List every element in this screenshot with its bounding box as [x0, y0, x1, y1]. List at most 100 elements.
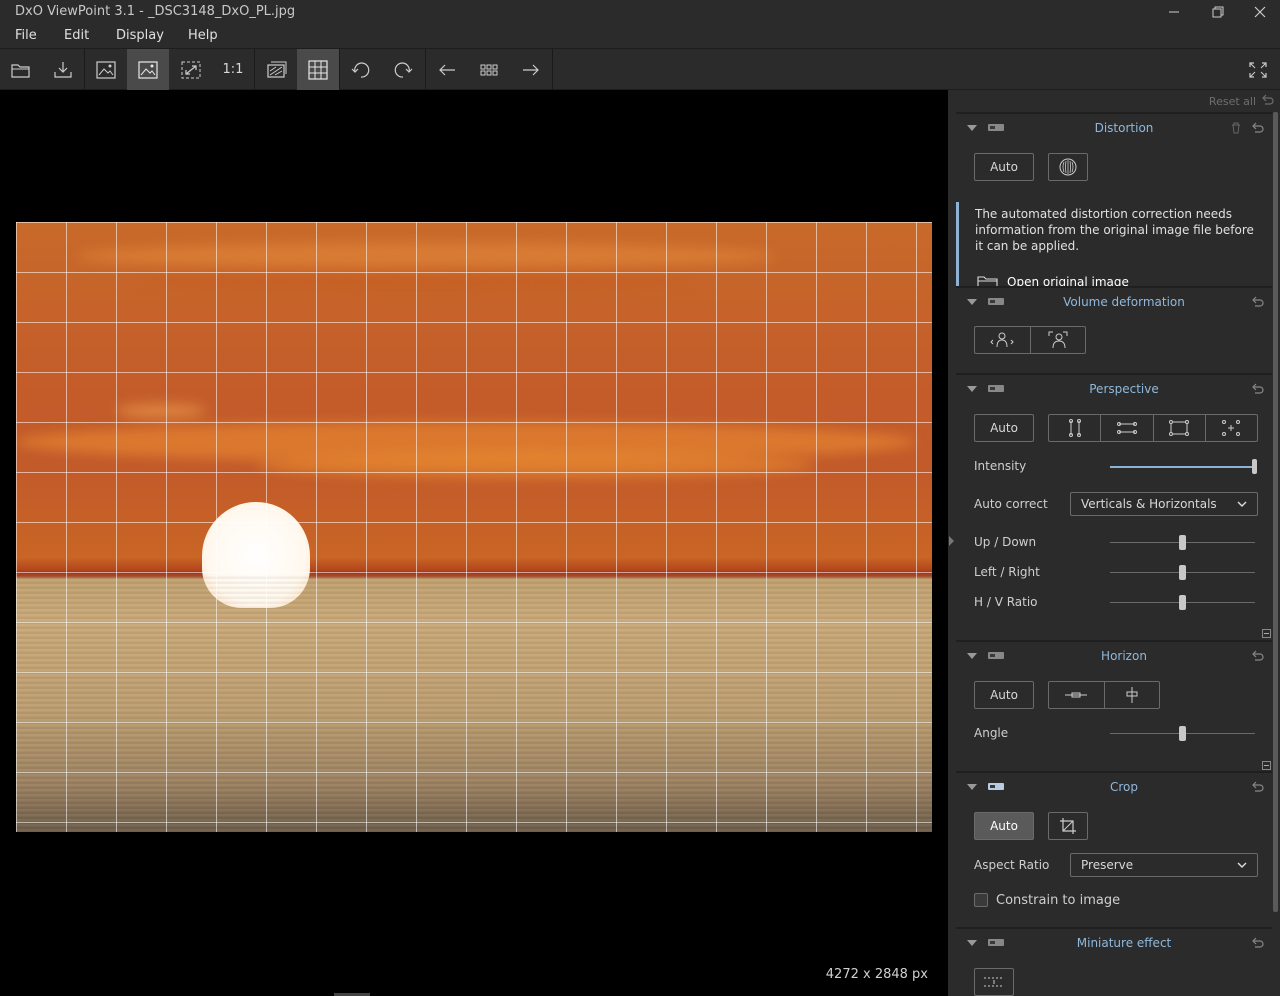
perspective-auto-button[interactable]: Auto — [974, 414, 1034, 442]
aspect-ratio-dropdown[interactable]: Preserve — [1070, 853, 1258, 877]
collapse-advanced-icon[interactable] — [1262, 629, 1271, 638]
intensity-thumb[interactable] — [1252, 459, 1257, 474]
horizon-toggle[interactable] — [988, 652, 1004, 659]
download-icon — [54, 61, 72, 78]
before-view-button[interactable] — [85, 49, 127, 90]
auto-label: Auto — [990, 160, 1018, 174]
auto-label: Auto — [990, 421, 1018, 435]
split-view-button[interactable] — [255, 49, 297, 90]
perspective-toggle[interactable] — [988, 385, 1004, 392]
distortion-toggle[interactable] — [988, 124, 1004, 131]
photo-sunset[interactable] — [16, 222, 932, 832]
auto-correct-dropdown[interactable]: Verticals & Horizontals — [1070, 492, 1258, 516]
menu-file[interactable]: File — [15, 28, 37, 43]
open-button[interactable] — [0, 49, 42, 90]
horizon-mode-buttons — [1048, 681, 1160, 709]
undo-icon — [1252, 383, 1264, 394]
intensity-slider[interactable] — [1110, 459, 1257, 474]
perspective-eight-point-button[interactable] — [1206, 415, 1257, 441]
collapse-triangle-icon[interactable] — [967, 784, 977, 790]
previous-image-button[interactable] — [426, 49, 468, 90]
restore-button[interactable] — [1196, 0, 1240, 24]
rotate-left-button[interactable] — [340, 49, 382, 90]
angle-thumb[interactable] — [1179, 726, 1186, 741]
volume-spherical-button[interactable] — [1031, 327, 1086, 353]
horizon-vertical-button[interactable] — [1105, 682, 1160, 708]
collapse-triangle-icon[interactable] — [967, 653, 977, 659]
crop-toggle[interactable] — [988, 783, 1004, 790]
hv-ratio-slider[interactable] — [1110, 595, 1255, 610]
collapse-triangle-icon[interactable] — [967, 125, 977, 131]
volume-title: Volume deformation — [1063, 295, 1185, 309]
grid-toggle-button[interactable] — [297, 49, 339, 90]
angle-slider[interactable] — [1110, 726, 1255, 741]
left-right-label: Left / Right — [974, 565, 1040, 579]
crop-header[interactable]: Crop — [956, 773, 1272, 801]
miniature-header[interactable]: Miniature effect — [956, 929, 1272, 957]
zoom-100-button[interactable]: 1:1 — [212, 49, 254, 90]
constrain-label: Constrain to image — [996, 893, 1121, 908]
distortion-info-text: The automated distortion correction need… — [975, 207, 1254, 253]
image-viewer[interactable]: 4272 x 2848 px — [0, 90, 948, 996]
volume-header[interactable]: Volume deformation — [956, 288, 1272, 316]
collapse-triangle-icon[interactable] — [967, 386, 977, 392]
browse-images-button[interactable] — [468, 49, 510, 90]
vertical-level-icon — [1126, 687, 1138, 703]
up-down-label: Up / Down — [974, 535, 1037, 549]
miniature-title: Miniature effect — [1076, 936, 1172, 950]
rotate-right-button[interactable] — [382, 49, 424, 90]
volume-cylindrical-button[interactable] — [975, 327, 1031, 353]
rotate-left-icon — [351, 61, 370, 78]
fit-screen-button[interactable] — [170, 49, 212, 90]
up-down-slider[interactable] — [1110, 535, 1255, 550]
expand-arrow-icon[interactable] — [949, 536, 954, 546]
export-button[interactable] — [42, 49, 84, 90]
reset-all-button[interactable]: Reset all — [1209, 95, 1256, 108]
fullscreen-button[interactable] — [1237, 49, 1279, 90]
horizon-auto-button[interactable]: Auto — [974, 681, 1034, 709]
panel-splitter[interactable] — [948, 90, 956, 996]
horizon-header[interactable]: Horizon — [956, 642, 1272, 670]
menu-edit[interactable]: Edit — [64, 28, 89, 43]
close-button[interactable] — [1238, 0, 1280, 24]
perspective-rectangle-button[interactable] — [1154, 415, 1206, 441]
menu-display[interactable]: Display — [116, 28, 164, 43]
distortion-header[interactable]: Distortion — [956, 114, 1272, 142]
title-bar: DxO ViewPoint 3.1 - _DSC3148_DxO_PL.jpg — [0, 0, 1280, 24]
distortion-manual-button[interactable] — [1048, 153, 1088, 181]
perspective-header[interactable]: Perspective — [956, 375, 1272, 403]
auto-label: Auto — [990, 819, 1018, 833]
minimize-button[interactable] — [1152, 0, 1196, 24]
perspective-vertical-button[interactable] — [1049, 415, 1102, 441]
image-dimensions: 4272 x 2848 px — [825, 967, 928, 982]
miniature-tool-button[interactable] — [974, 968, 1014, 996]
collapse-triangle-icon[interactable] — [967, 299, 977, 305]
miniature-toggle[interactable] — [988, 939, 1004, 946]
volume-toggle[interactable] — [988, 298, 1004, 305]
left-right-slider[interactable] — [1110, 565, 1255, 580]
crop-auto-button[interactable]: Auto — [974, 812, 1034, 840]
menu-help[interactable]: Help — [188, 28, 218, 43]
folder-icon — [11, 63, 30, 78]
volume-buttons — [974, 326, 1086, 354]
tilt-shift-icon — [984, 977, 1004, 987]
collapse-advanced-icon[interactable] — [1262, 761, 1271, 770]
up-down-thumb[interactable] — [1179, 535, 1186, 550]
horizon-horizontal-button[interactable] — [1049, 682, 1105, 708]
perspective-horizontal-button[interactable] — [1101, 415, 1154, 441]
rectangle-icon — [1169, 420, 1190, 436]
collapse-triangle-icon[interactable] — [967, 940, 977, 946]
left-right-thumb[interactable] — [1179, 565, 1186, 580]
arrow-right-icon — [523, 64, 539, 75]
fullscreen-icon — [1249, 61, 1267, 78]
after-view-button[interactable] — [127, 49, 169, 90]
panel-scrollbar[interactable] — [1273, 112, 1278, 912]
constrain-checkbox[interactable] — [974, 893, 988, 907]
window-title: DxO ViewPoint 3.1 - _DSC3148_DxO_PL.jpg — [15, 4, 296, 19]
grid-overlay — [16, 222, 932, 832]
undo-icon — [1252, 122, 1264, 133]
distortion-auto-button[interactable]: Auto — [974, 153, 1034, 181]
hv-ratio-thumb[interactable] — [1179, 595, 1186, 610]
next-image-button[interactable] — [510, 49, 552, 90]
crop-manual-button[interactable] — [1048, 812, 1088, 840]
